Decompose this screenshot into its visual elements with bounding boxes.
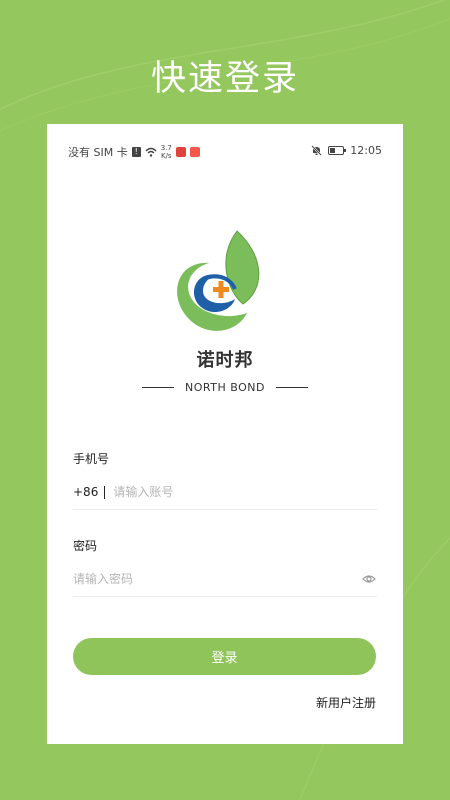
brand-name-cn: 诺时邦 — [196, 350, 254, 371]
network-speed: 3.7 K/s — [161, 144, 172, 160]
wifi-icon — [145, 147, 157, 157]
password-input[interactable] — [73, 572, 361, 586]
text-cursor — [104, 485, 106, 499]
phone-label: 手机号 — [73, 452, 110, 466]
carrier-text: 没有 SIM 卡 — [68, 146, 128, 159]
country-code[interactable]: +86 — [73, 485, 98, 499]
battery-level — [330, 148, 336, 153]
phone-field-row: +86 — [73, 475, 377, 510]
divider-line — [142, 387, 174, 388]
speed-value: 3.7 — [160, 144, 172, 152]
status-left: 没有 SIM 卡 ! 3.7 K/s — [68, 144, 200, 160]
eye-icon-svg — [362, 575, 376, 583]
status-bar: 没有 SIM 卡 ! 3.7 K/s 12:05 — [47, 124, 403, 176]
sim-alert-icon: ! — [131, 147, 141, 157]
password-label: 密码 — [73, 539, 98, 553]
login-card: 没有 SIM 卡 ! 3.7 K/s 12:05 诺时邦 NORTH BOND … — [47, 124, 403, 744]
login-button[interactable]: 登录 — [73, 638, 376, 675]
page-title: 快速登录 — [150, 59, 299, 99]
status-right: 12:05 — [311, 144, 382, 157]
app-notification-icon-2 — [189, 147, 200, 157]
mute-bell-icon — [311, 145, 323, 156]
battery-icon — [328, 146, 347, 155]
register-link[interactable]: 新用户注册 — [316, 694, 376, 711]
eye-icon[interactable] — [361, 573, 377, 585]
brand-logo — [177, 230, 260, 331]
speed-unit: K/s — [160, 152, 172, 160]
clock: 12:05 — [350, 144, 382, 157]
app-notification-icon — [175, 147, 186, 157]
brand-name-en-row: NORTH BOND — [142, 381, 308, 394]
password-field-row — [73, 562, 377, 597]
divider-line — [276, 387, 308, 388]
phone-input[interactable] — [113, 485, 377, 499]
brand-name-en: NORTH BOND — [185, 381, 265, 394]
